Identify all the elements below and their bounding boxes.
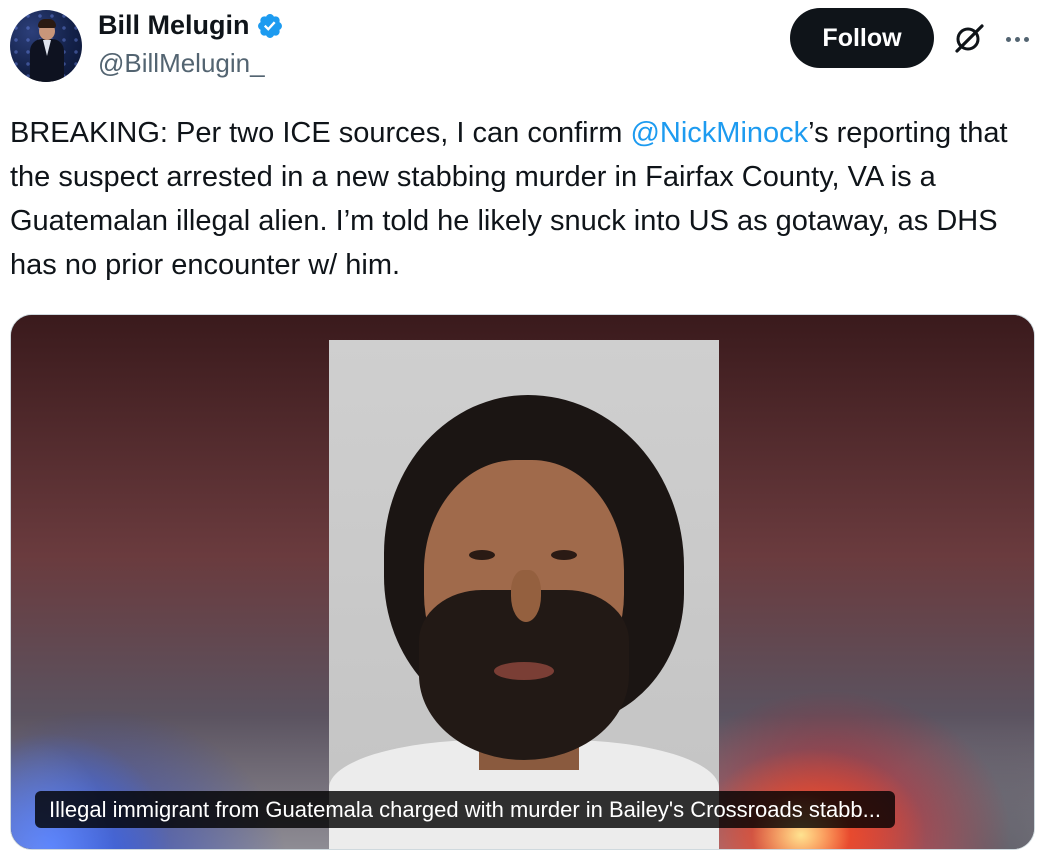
media-caption: Illegal immigrant from Guatemala charged… — [35, 791, 895, 828]
mugshot-nose — [511, 570, 541, 622]
mugshot-image — [329, 340, 719, 849]
more-dot — [1023, 36, 1029, 42]
avatar-figure-hair — [38, 19, 56, 28]
more-dot — [1005, 36, 1011, 42]
tweet-text-part: BREAKING: Per two ICE sources, I can con… — [10, 117, 631, 149]
mugshot-eye — [469, 550, 495, 560]
verified-badge-icon — [257, 13, 282, 38]
grok-icon[interactable] — [952, 22, 986, 56]
author-handle[interactable]: @BillMelugin_ — [98, 48, 265, 79]
more-icon[interactable] — [1000, 22, 1034, 56]
media-card[interactable]: Illegal immigrant from Guatemala charged… — [10, 314, 1035, 850]
avatar[interactable] — [10, 10, 82, 82]
mugshot-eye — [551, 550, 577, 560]
mugshot-mouth — [494, 662, 554, 680]
follow-button[interactable]: Follow — [790, 8, 934, 68]
author-name-row: Bill Melugin — [98, 10, 284, 41]
tweet: Bill Melugin @BillMelugin_ Follow BREAKI… — [0, 0, 1050, 857]
tweet-text: BREAKING: Per two ICE sources, I can con… — [10, 111, 1045, 287]
author-display-name[interactable]: Bill Melugin — [98, 10, 250, 41]
more-dot — [1014, 36, 1020, 42]
mention-link[interactable]: @NickMinock — [630, 117, 808, 149]
